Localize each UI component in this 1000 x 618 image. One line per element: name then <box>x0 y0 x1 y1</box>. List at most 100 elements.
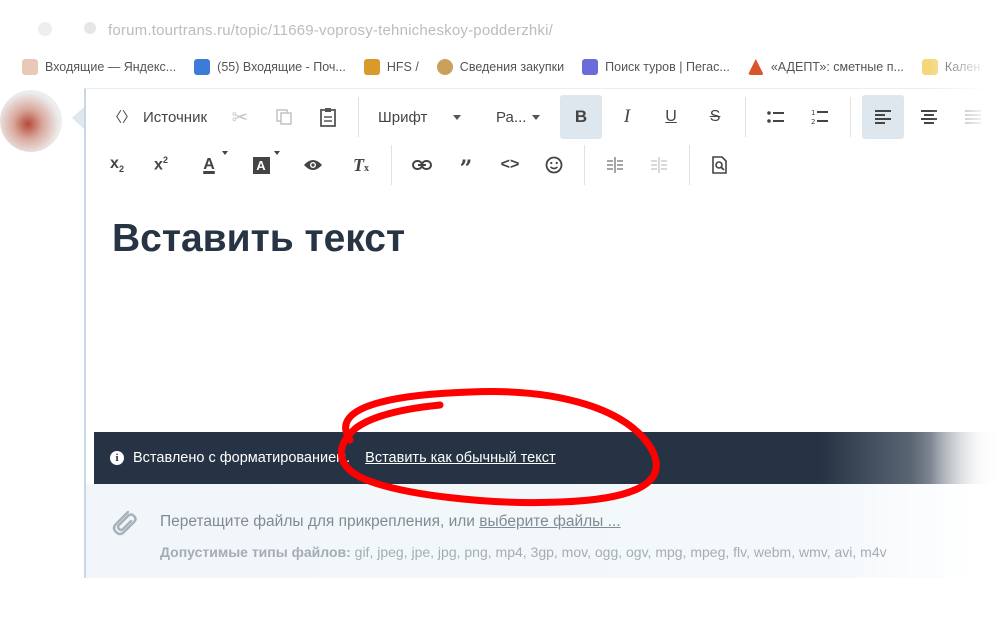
lock-icon[interactable] <box>84 22 96 34</box>
align-justify-button[interactable] <box>954 95 992 139</box>
bookmark-label: Сведения закупки <box>459 60 565 74</box>
paste-notice-bar: i Вставлено с форматированием. Вставить … <box>94 432 1000 484</box>
toolbar-separator <box>689 145 690 185</box>
pegas-icon <box>582 59 599 75</box>
align-left-icon <box>875 110 892 124</box>
toolbar-separator <box>358 97 360 137</box>
source-button[interactable]: 〈〉 Источник <box>100 95 215 139</box>
paste-notice-message: Вставлено с форматированием. <box>133 450 351 466</box>
bookmark-item[interactable]: Поиск туров | Пегас... <box>582 59 730 75</box>
folder-icon <box>921 59 938 75</box>
bold-button[interactable]: B <box>560 95 603 139</box>
quote-icon: ” <box>459 156 473 182</box>
attachment-prompt: Перетащите файлы для прикрепления, или в… <box>160 513 621 531</box>
indent-button[interactable] <box>596 143 634 187</box>
mail-icon <box>22 59 38 75</box>
eye-icon <box>304 160 322 170</box>
bookmarks-bar: Входящие — Яндекс... (55) Входящие - Поч… <box>0 52 1000 82</box>
browser-address-bar: forum.tourtrans.ru/topic/11669-voprosy-t… <box>0 0 1000 50</box>
rich-text-editor: 〈〉 Источник ✂ Шрифт Ра... B I U S 1 2 x2… <box>84 88 1000 589</box>
chevron-down-icon <box>222 151 228 155</box>
allowed-types-label: Допустимые типы файлов: <box>160 544 351 560</box>
chevron-down-icon <box>274 151 280 155</box>
subscript-button[interactable]: x2 <box>98 143 136 187</box>
bulleted-list-icon <box>767 111 785 123</box>
reload-icon[interactable] <box>38 22 52 36</box>
attachment-prompt-text: Перетащите файлы для прикрепления, или <box>160 513 480 530</box>
font-dropdown[interactable]: Шрифт <box>370 95 482 139</box>
chevron-down-icon <box>532 114 541 120</box>
emoji-button[interactable] <box>535 143 573 187</box>
outdent-button[interactable] <box>640 143 678 187</box>
allowed-types-list: gif, jpeg, jpe, jpg, png, mp4, 3gp, mov,… <box>350 544 887 560</box>
bookmark-item[interactable]: Сведения закупки <box>436 59 565 75</box>
bold-icon: B <box>574 107 588 126</box>
font-label: Шрифт <box>378 108 428 126</box>
copy-button[interactable] <box>265 95 303 139</box>
bookmark-label: Кален <box>944 60 981 74</box>
strikethrough-button[interactable]: S <box>696 95 734 139</box>
bookmark-item[interactable]: HFS / <box>363 59 419 75</box>
chevron-down-icon <box>453 114 462 120</box>
bookmark-label: Поиск туров | Пегас... <box>605 60 730 74</box>
underline-icon: U <box>665 108 677 125</box>
toolbar-separator <box>850 97 852 137</box>
editor-content-heading[interactable]: Вставить текст <box>112 217 405 261</box>
paste-as-plain-text-link[interactable]: Вставить как обычный текст <box>365 450 555 466</box>
code-button[interactable]: <> <box>491 143 529 187</box>
toolbar-separator <box>391 145 392 185</box>
paste-button[interactable] <box>309 95 347 139</box>
italic-button[interactable]: I <box>608 95 646 139</box>
bookmark-item[interactable]: Входящие — Яндекс... <box>22 59 176 75</box>
align-center-button[interactable] <box>910 95 948 139</box>
avatar[interactable] <box>0 90 62 152</box>
subscript-icon: x2 <box>110 155 124 175</box>
bulleted-list-button[interactable] <box>757 95 795 139</box>
scissors-icon: ✂ <box>231 105 249 129</box>
hfs-icon <box>363 59 380 75</box>
smiley-icon <box>545 156 563 174</box>
attachment-dropzone[interactable]: Перетащите файлы для прикрепления, или в… <box>86 484 1000 589</box>
bookmark-label: (55) Входящие - Поч... <box>217 60 346 74</box>
align-left-button[interactable] <box>862 95 905 139</box>
remove-format-button[interactable]: Tx <box>342 143 380 187</box>
envelope-icon <box>194 59 211 75</box>
bookmark-item[interactable]: «АДЕПТ»: сметные п... <box>747 59 904 75</box>
toolbar-row-1: 〈〉 Источник ✂ Шрифт Ра... B I U S 1 2 <box>86 93 995 141</box>
clipboard-icon <box>320 108 336 127</box>
bookmark-label: «АДЕПТ»: сметные п... <box>770 60 904 74</box>
link-button[interactable] <box>403 143 441 187</box>
background-color-button[interactable]: A <box>238 143 284 187</box>
cut-button[interactable]: ✂ <box>221 95 259 139</box>
numbered-list-button[interactable]: 12 <box>801 95 839 139</box>
page-search-icon <box>712 156 727 174</box>
emblem-icon <box>436 59 453 75</box>
text-color-icon: A <box>203 156 215 173</box>
superscript-button[interactable]: x2 <box>142 143 180 187</box>
toolbar-row-2: x2 x2 A A Tx ” <> <box>86 141 742 189</box>
size-dropdown[interactable]: Ра... <box>488 95 554 139</box>
bookmark-item[interactable]: Кален <box>921 59 981 75</box>
url-text[interactable]: forum.tourtrans.ru/topic/11669-voprosy-t… <box>108 22 553 39</box>
bookmark-item[interactable]: (55) Входящие - Поч... <box>194 59 346 75</box>
superscript-icon: x2 <box>154 155 168 174</box>
underline-button[interactable]: U <box>652 95 690 139</box>
indent-icon <box>607 157 623 173</box>
post-pointer <box>72 107 84 129</box>
text-color-button[interactable]: A <box>186 143 232 187</box>
source-icon: 〈〉 <box>108 110 136 126</box>
link-icon <box>412 160 432 170</box>
preview-page-button[interactable] <box>701 143 739 187</box>
numbered-list-icon: 12 <box>811 109 829 125</box>
image-bottom-margin <box>0 578 1000 618</box>
background-color-icon: A <box>252 156 270 174</box>
align-justify-icon <box>965 110 982 124</box>
strikethrough-icon: S <box>709 108 721 125</box>
quote-button[interactable]: ” <box>447 143 485 187</box>
choose-files-link[interactable]: выберите файлы ... <box>479 513 620 530</box>
adept-icon <box>747 59 764 75</box>
preview-button[interactable] <box>290 143 336 187</box>
code-icon: <> <box>500 156 520 173</box>
italic-icon: I <box>623 106 631 127</box>
copy-icon <box>276 109 292 125</box>
